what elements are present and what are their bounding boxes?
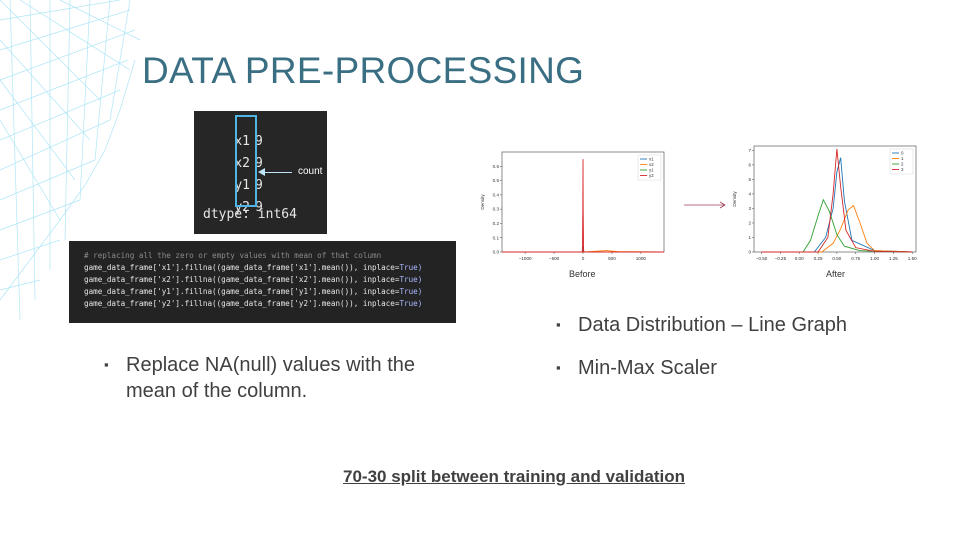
y-axis-label: Density <box>480 194 485 210</box>
bullet-text-line: mean of the column. <box>126 380 308 402</box>
code-comment: # replacing all the zero or empty values… <box>84 251 382 260</box>
x-tick-label: 1.25 <box>889 256 898 261</box>
x-tick-label: 0.25 <box>814 256 823 261</box>
x-tick-label: −0.25 <box>775 256 787 261</box>
bullet-square-icon: ▪ <box>556 360 561 375</box>
x-tick-label: 1000 <box>636 256 647 261</box>
code-line: game_data_frame['x1'].fillna((game_data_… <box>84 263 423 272</box>
y-tick-label: 4 <box>748 192 751 197</box>
arrow-right-icon <box>684 201 726 209</box>
bullet-min-max-scaler: ▪ Min-Max Scaler <box>556 357 717 379</box>
x-tick-label: −500 <box>549 256 560 261</box>
y-tick-label: 1 <box>748 235 751 240</box>
x-tick-label: −0.50 <box>756 256 768 261</box>
y-tick-label: 0.3 <box>493 207 500 212</box>
legend-entry: x1 <box>649 157 654 162</box>
code-line: game_data_frame['y2'].fillna((game_data_… <box>84 299 423 308</box>
y-tick-label: 0.4 <box>493 192 500 197</box>
x-tick-label: 500 <box>608 256 616 261</box>
code-line: game_data_frame['y1'].fillna((game_data_… <box>84 287 423 296</box>
bullet-square-icon: ▪ <box>104 357 109 372</box>
y-tick-label: 2 <box>748 221 751 226</box>
before-caption: Before <box>569 269 596 279</box>
split-footer-note: 70-30 split between training and validat… <box>343 467 685 486</box>
y-tick-label: 0 <box>748 250 751 255</box>
arrow-line <box>264 172 292 173</box>
y-tick-label: 5 <box>748 177 751 182</box>
bullet-replace-na: ▪ Replace NA(null) values with the mean … <box>104 352 484 408</box>
bullet-square-icon: ▪ <box>556 317 561 332</box>
after-density-chart: −0.50 −0.25 0.00 0.25 0.50 0.75 1.00 1.25 1.50 0 1… <box>732 145 917 261</box>
x-tick-label: −1000 <box>519 256 532 261</box>
y-tick-label: 6 <box>748 162 751 167</box>
legend-entry: x2 <box>649 162 654 167</box>
x-tick-label: 1.00 <box>870 256 879 261</box>
x-tick-label: 0.00 <box>795 256 804 261</box>
after-caption: After <box>826 269 846 279</box>
wireframe-decoration <box>0 0 141 321</box>
x-tick-label: 1.50 <box>908 256 917 261</box>
y-axis-label: Density <box>732 191 737 207</box>
slide-title: DATA PRE-PROCESSING <box>142 50 585 91</box>
count-output-panel: x1 9 x2 9 y1 9 y2 9 dtype: int64 count <box>194 111 327 234</box>
y-tick-label: 0.0 <box>493 250 500 255</box>
y-tick-label: 0.2 <box>493 221 500 226</box>
y-tick-label: 7 <box>748 148 751 153</box>
legend-entry: y1 <box>649 168 654 173</box>
code-line: game_data_frame['x2'].fillna((game_data_… <box>84 275 423 284</box>
x-tick-label: 0 <box>582 256 585 261</box>
y-tick-label: 0.1 <box>493 235 500 240</box>
y-tick-label: 0.5 <box>493 178 500 183</box>
dtype-line: dtype: int64 <box>203 207 297 222</box>
x-tick-label: 0.50 <box>832 256 841 261</box>
bullet-text-line: Replace NA(null) values with the <box>126 354 416 376</box>
fillna-code-block: # replacing all the zero or empty values… <box>69 241 456 323</box>
y-tick-label: 3 <box>748 206 751 211</box>
count-highlight-box <box>235 115 257 207</box>
y-tick-label: 0.6 <box>493 164 500 169</box>
legend-entry: y2 <box>649 173 654 178</box>
x-tick-label: 0.75 <box>851 256 860 261</box>
count-annotation: count <box>298 166 323 177</box>
bullet-data-distribution: ▪ Data Distribution – Line Graph <box>556 314 848 336</box>
before-density-chart: −1000 −500 0 500 1000 0.0 0.1 0.2 0.3 0.4 0.5 0.6 De… <box>480 151 665 261</box>
